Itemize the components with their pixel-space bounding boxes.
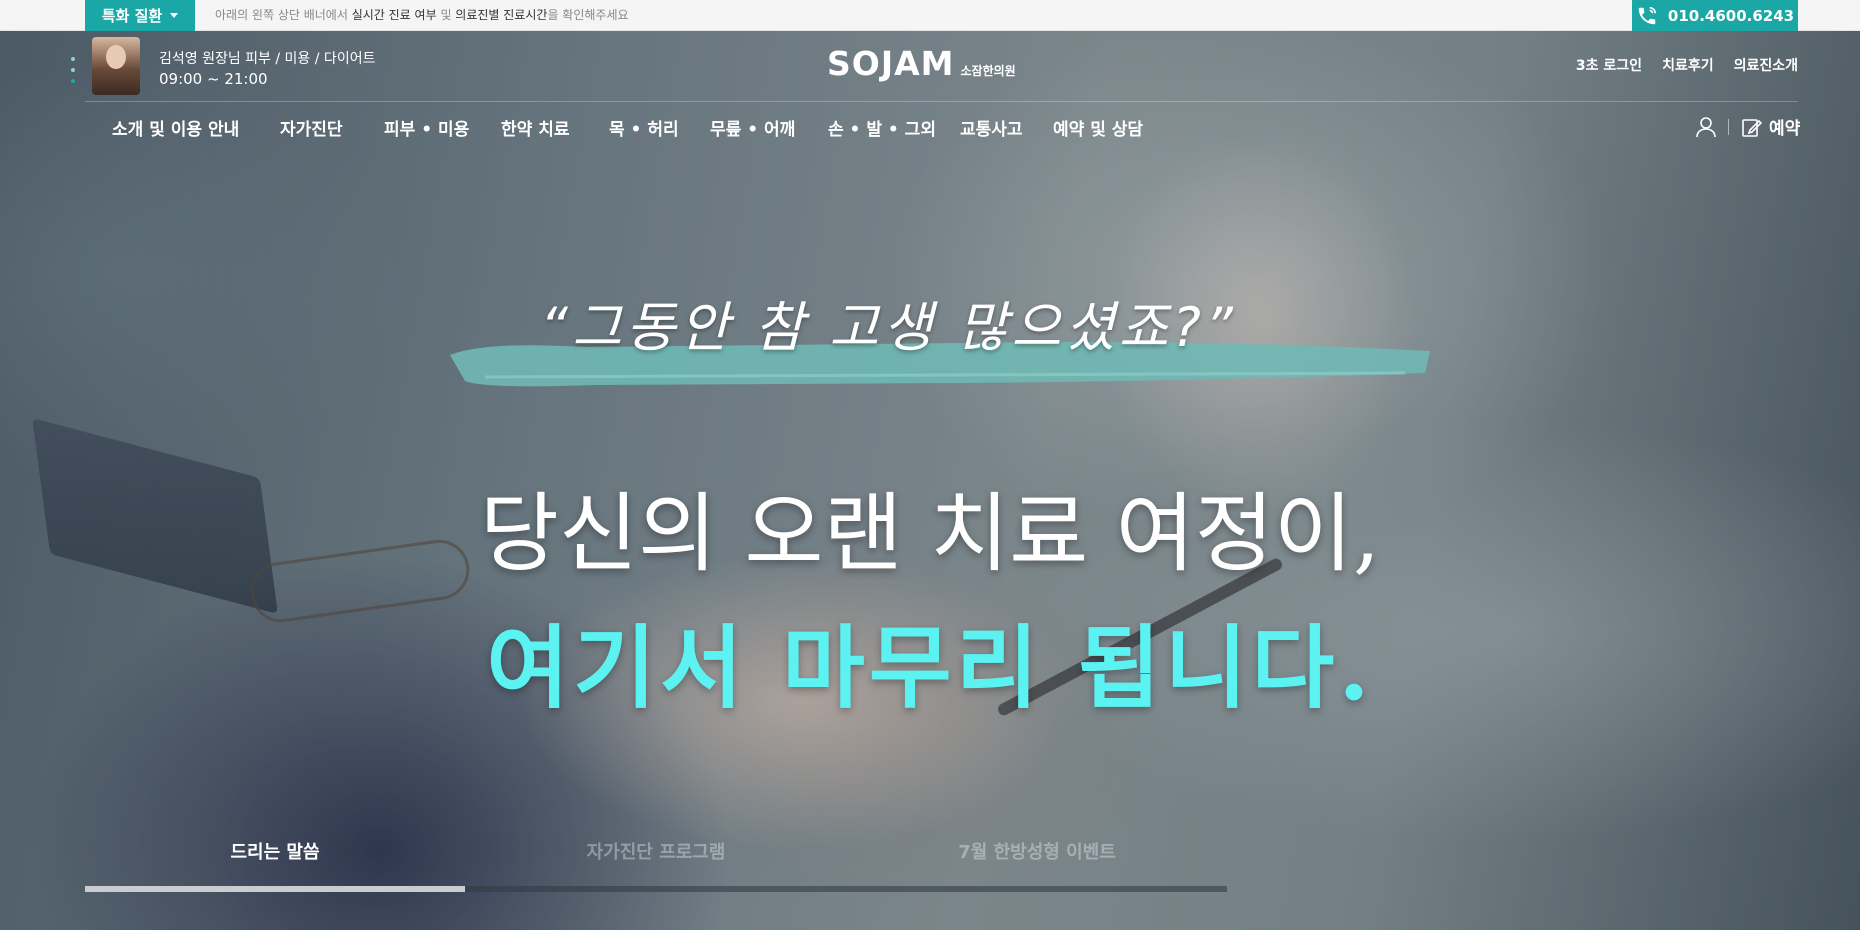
doctor-switcher-dots[interactable] — [71, 57, 75, 83]
nav-item-neck-back[interactable]: 목 • 허리 — [609, 115, 710, 140]
doctor-name: 김석영 원장님 피부 / 미용 / 다이어트 — [159, 51, 376, 67]
slogan-block: “그동안 참 고생 많으셨죠?” — [445, 283, 1435, 413]
logo-sub: 소잠한의원 — [960, 64, 1016, 78]
headline-accent: 여기서 마무리 됩니다. — [486, 615, 1374, 721]
nav-item-self-diagnosis[interactable]: 자가진단 — [280, 115, 384, 140]
doctor-avatar[interactable] — [92, 37, 140, 95]
slide-tab-self-diagnosis[interactable]: 자가진단 프로그램 — [466, 838, 846, 864]
slide-tab-event[interactable]: 7월 한방성형 이벤트 — [847, 838, 1227, 864]
header-divider — [85, 101, 1798, 102]
nav-item-hand-foot[interactable]: 손 • 발 • 그외 — [828, 115, 960, 140]
nav-separator — [1728, 118, 1729, 135]
nav-item-skin-beauty[interactable]: 피부 • 미용 — [384, 115, 501, 140]
slogan-text: “그동안 참 고생 많으셨죠?” — [540, 296, 1237, 359]
notice-highlight-hours: 의료진별 진료시간 — [455, 8, 548, 22]
nav-item-traffic-accident[interactable]: 교통사고 — [960, 115, 1053, 140]
notice-mid: 및 — [436, 8, 456, 22]
edit-icon — [1742, 118, 1763, 137]
nav-item-herbal[interactable]: 한약 치료 — [501, 115, 609, 140]
phone-button[interactable]: 010.4600.6243 — [1632, 0, 1798, 31]
nav-item-reservation[interactable]: 예약 및 상담 — [1053, 115, 1163, 140]
doctor-hours: 09:00 ~ 21:00 — [159, 70, 268, 88]
special-disease-button[interactable]: 특화 질환 — [85, 0, 195, 31]
phone-icon — [1638, 6, 1656, 24]
logo-main: SOJAM — [827, 44, 955, 83]
notice-text: 아래의 왼쪽 상단 배너에서 실시간 진료 여부 및 의료진별 진료시간을 확인… — [215, 0, 629, 31]
notice-suffix: 을 확인해주세요 — [547, 8, 629, 22]
nav-item-knee-shoulder[interactable]: 무릎 • 어깨 — [710, 115, 828, 140]
slide-progress-fill — [85, 886, 466, 892]
headline-primary: 당신의 오랜 치료 여정이, — [479, 484, 1381, 584]
phone-number: 010.4600.6243 — [1667, 6, 1795, 25]
site-logo[interactable]: SOJAM 소잠한의원 — [827, 44, 1016, 83]
reserve-label: 예약 — [1769, 119, 1801, 139]
notice-prefix: 아래의 왼쪽 상단 배너에서 — [215, 8, 352, 22]
link-doctors[interactable]: 의료진소개 — [1734, 55, 1798, 75]
nav-utility: 예약 — [1696, 114, 1800, 139]
top-links: 3초 로그인 치료후기 의료진소개 — [1576, 55, 1798, 75]
reserve-button[interactable]: 예약 — [1741, 114, 1800, 139]
top-utility-bar: 특화 질환 아래의 왼쪽 상단 배너에서 실시간 진료 여부 및 의료진별 진료… — [0, 0, 1860, 31]
link-quick-login[interactable]: 3초 로그인 — [1576, 55, 1642, 75]
caret-down-icon — [170, 13, 179, 18]
nav-item-intro[interactable]: 소개 및 이용 안내 — [112, 115, 280, 140]
slide-tab-greeting[interactable]: 드리는 말씀 — [85, 838, 465, 864]
notice-highlight-realtime: 실시간 진료 여부 — [351, 8, 437, 22]
user-icon[interactable] — [1696, 116, 1716, 138]
link-reviews[interactable]: 치료후기 — [1662, 55, 1714, 75]
slide-progress-track — [85, 886, 1227, 892]
main-nav: 소개 및 이용 안내 자가진단 피부 • 미용 한약 치료 목 • 허리 무릎 … — [112, 115, 1163, 140]
special-disease-label: 특화 질환 — [101, 7, 163, 25]
